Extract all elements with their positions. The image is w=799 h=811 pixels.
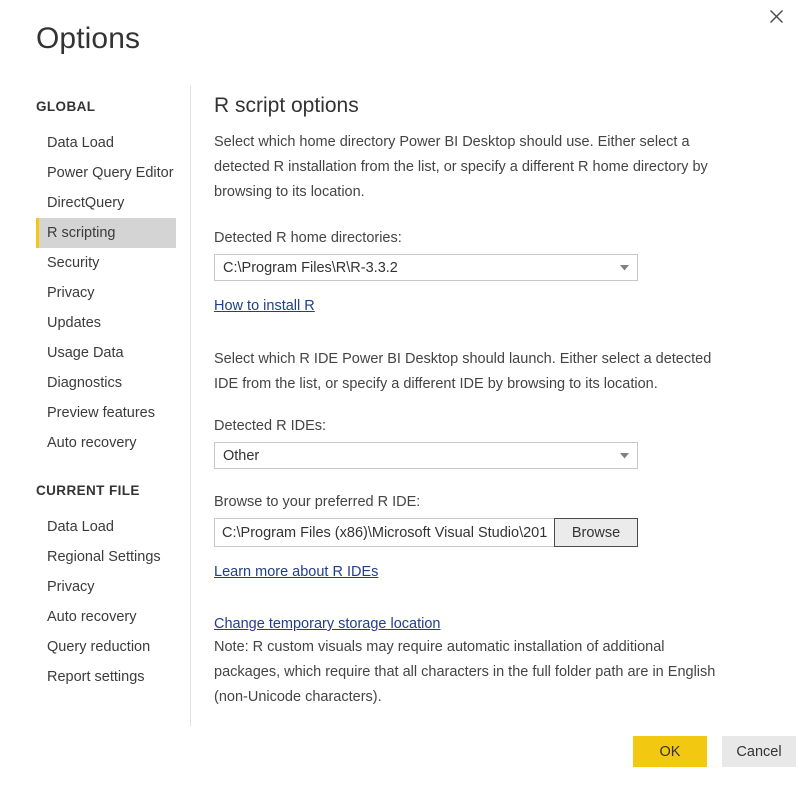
ide-dropdown[interactable]: Other (214, 442, 638, 469)
intro-paragraph: Select which home directory Power BI Des… (214, 134, 708, 200)
sidebar-item-label: Report settings (47, 669, 145, 685)
sidebar-item-diagnostics[interactable]: Diagnostics (0, 368, 190, 398)
sidebar-item-label: DirectQuery (47, 195, 125, 211)
sidebar-item-file-data-load[interactable]: Data Load (0, 512, 190, 542)
sidebar-item-data-load[interactable]: Data Load (0, 128, 190, 158)
sidebar-item-security[interactable]: Security (0, 248, 190, 278)
sidebar-item-label: Auto recovery (47, 609, 137, 625)
sidebar-item-label: Updates (47, 315, 102, 331)
sidebar-item-file-auto-recovery[interactable]: Auto recovery (0, 602, 190, 632)
sidebar-item-power-query-editor[interactable]: Power Query Editor (0, 158, 190, 188)
sidebar-divider (190, 86, 191, 726)
sidebar-item-label: Security (47, 255, 100, 271)
sidebar: GLOBAL Data Load Power Query Editor Dire… (0, 96, 190, 726)
ok-button[interactable]: OK (633, 736, 707, 767)
sidebar-item-label: Privacy (47, 285, 95, 301)
sidebar-item-query-reduction[interactable]: Query reduction (0, 632, 190, 662)
sidebar-item-regional-settings[interactable]: Regional Settings (0, 542, 190, 572)
cancel-button[interactable]: Cancel (722, 736, 796, 767)
ide-path-input[interactable] (214, 518, 554, 547)
close-button[interactable] (753, 0, 799, 32)
main-content: R script options Select which home direc… (214, 92, 759, 710)
sidebar-item-preview-features[interactable]: Preview features (0, 398, 190, 428)
browse-row: Browse (214, 518, 638, 547)
sidebar-item-label: Data Load (47, 135, 114, 151)
dialog-footer: OK Cancel (0, 725, 799, 811)
browse-label: Browse to your preferred R IDE: (214, 494, 421, 510)
change-temp-storage-link[interactable]: Change temporary storage location (214, 613, 441, 635)
sidebar-item-label: R scripting (47, 225, 116, 241)
home-dir-value: C:\Program Files\R\R-3.3.2 (223, 259, 398, 276)
how-to-install-r-link[interactable]: How to install R (214, 295, 315, 317)
sidebar-item-label: Usage Data (47, 345, 124, 361)
sidebar-item-directquery[interactable]: DirectQuery (0, 188, 190, 218)
sidebar-item-label: Privacy (47, 579, 95, 595)
sidebar-item-label: Regional Settings (47, 549, 161, 565)
sidebar-item-r-scripting[interactable]: R scripting (0, 218, 190, 248)
ide-paragraph: Select which R IDE Power BI Desktop shou… (214, 351, 712, 392)
sidebar-item-label: Power Query Editor (47, 165, 174, 181)
home-dir-dropdown[interactable]: C:\Program Files\R\R-3.3.2 (214, 254, 638, 281)
learn-more-r-ides-link[interactable]: Learn more about R IDEs (214, 561, 378, 583)
sidebar-item-label: Preview features (47, 405, 155, 421)
sidebar-item-label: Data Load (47, 519, 114, 535)
sidebar-item-usage-data[interactable]: Usage Data (0, 338, 190, 368)
sidebar-item-label: Auto recovery (47, 435, 137, 451)
sidebar-item-privacy[interactable]: Privacy (0, 278, 190, 308)
content-title: R script options (214, 94, 359, 117)
sidebar-item-report-settings[interactable]: Report settings (0, 662, 190, 692)
ide-label: Detected R IDEs: (214, 418, 327, 434)
page-title: Options (36, 22, 141, 55)
chevron-down-icon (611, 264, 637, 271)
close-icon (769, 9, 783, 23)
chevron-down-icon (611, 452, 637, 459)
browse-button[interactable]: Browse (554, 518, 638, 547)
sidebar-item-updates[interactable]: Updates (0, 308, 190, 338)
home-dir-label: Detected R home directories: (214, 230, 402, 246)
sidebar-section-header-global: GLOBAL (36, 99, 96, 114)
note-paragraph: Note: R custom visuals may require autom… (214, 639, 716, 705)
sidebar-item-label: Query reduction (47, 639, 151, 655)
sidebar-section-header-current-file: CURRENT FILE (36, 483, 140, 498)
sidebar-item-label: Diagnostics (47, 375, 122, 391)
sidebar-item-auto-recovery[interactable]: Auto recovery (0, 428, 190, 458)
sidebar-item-file-privacy[interactable]: Privacy (0, 572, 190, 602)
ide-value: Other (223, 447, 260, 464)
